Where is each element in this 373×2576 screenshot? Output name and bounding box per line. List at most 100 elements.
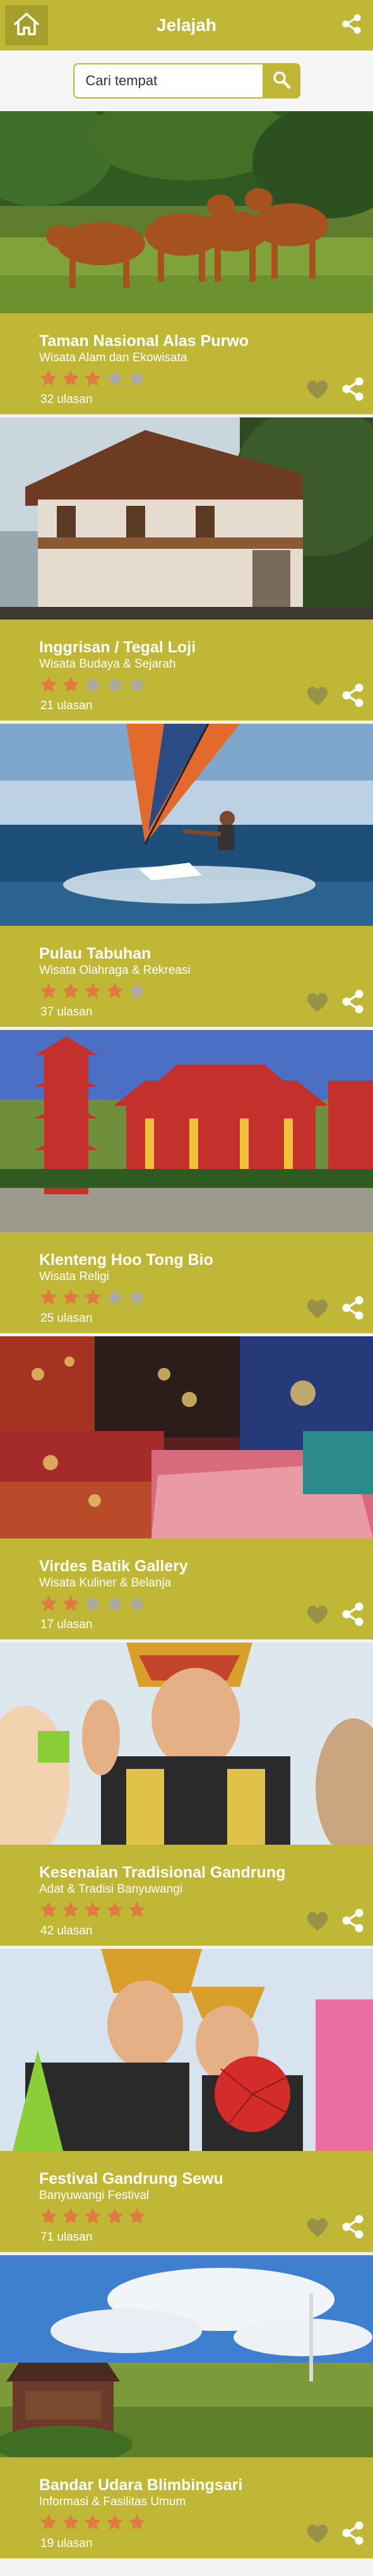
place-card[interactable]: Bandar Udara Blimbingsari Informasi & Fa…: [0, 2255, 373, 2558]
rating-stars: [39, 369, 146, 388]
star-empty-icon: [105, 1594, 124, 1613]
star-filled-icon: [83, 1288, 102, 1307]
share-icon: [341, 13, 362, 38]
star-filled-icon: [83, 981, 102, 1000]
favorite-button[interactable]: [305, 2217, 329, 2238]
star-empty-icon: [127, 981, 146, 1000]
favorite-button[interactable]: [305, 685, 329, 707]
place-card[interactable]: Festival Gandrung Sewu Banyuwangi Festiv…: [0, 1949, 373, 2252]
share-icon: [341, 1908, 365, 1936]
star-empty-icon: [127, 369, 146, 388]
place-card[interactable]: Inggrisan / Tegal Loji Wisata Budaya & S…: [0, 417, 373, 721]
review-count[interactable]: 37 ulasan: [40, 1005, 92, 1019]
place-card[interactable]: Taman Nasional Alas Purwo Wisata Alam da…: [0, 111, 373, 414]
share-place-button[interactable]: [341, 1908, 365, 1933]
share-place-button[interactable]: [341, 1295, 365, 1321]
place-info: Bandar Udara Blimbingsari Informasi & Fa…: [0, 2457, 373, 2558]
heart-icon: [305, 1605, 329, 1628]
star-filled-icon: [61, 1288, 80, 1307]
place-title[interactable]: Kesenaian Tradisional Gandrung: [39, 1864, 285, 1882]
share-icon: [341, 2521, 365, 2548]
share-place-button[interactable]: [341, 683, 365, 708]
place-card[interactable]: Kesenaian Tradisional Gandrung Adat & Tr…: [0, 1643, 373, 1946]
place-image[interactable]: [0, 1949, 373, 2151]
share-icon: [341, 990, 365, 1017]
place-image[interactable]: [0, 724, 373, 926]
place-image[interactable]: [0, 1643, 373, 1845]
place-card[interactable]: Klenteng Hoo Tong Bio Wisata Religi 25 u…: [0, 1030, 373, 1333]
place-title[interactable]: Klenteng Hoo Tong Bio: [39, 1251, 213, 1269]
place-title[interactable]: Festival Gandrung Sewu: [39, 2170, 223, 2188]
star-filled-icon: [127, 2207, 146, 2226]
star-filled-icon: [127, 2513, 146, 2532]
star-filled-icon: [39, 675, 58, 694]
review-count[interactable]: 71 ulasan: [40, 2231, 92, 2244]
review-count[interactable]: 25 ulasan: [40, 1312, 92, 1326]
place-title[interactable]: Inggrisan / Tegal Loji: [39, 638, 196, 657]
place-image[interactable]: [0, 111, 373, 313]
favorite-button[interactable]: [305, 1604, 329, 1626]
home-button[interactable]: [5, 5, 48, 45]
heart-icon: [305, 380, 329, 403]
heart-icon: [305, 1299, 329, 1322]
heart-icon: [305, 2218, 329, 2241]
review-count[interactable]: 21 ulasan: [40, 699, 92, 713]
place-category: Informasi & Fasilitas Umum: [39, 2495, 186, 2508]
place-title[interactable]: Taman Nasional Alas Purwo: [39, 332, 249, 350]
place-category: Wisata Alam dan Ekowisata: [39, 351, 187, 364]
favorite-button[interactable]: [305, 991, 329, 1013]
review-count[interactable]: 19 ulasan: [40, 2537, 92, 2551]
star-filled-icon: [39, 2207, 58, 2226]
review-count[interactable]: 42 ulasan: [40, 1924, 92, 1938]
place-image[interactable]: [0, 1030, 373, 1232]
page-title: Jelajah: [157, 15, 216, 35]
place-card[interactable]: Pulau Tabuhan Wisata Olahraga & Rekreasi…: [0, 724, 373, 1027]
star-empty-icon: [83, 675, 102, 694]
share-place-button[interactable]: [341, 2520, 365, 2546]
heart-icon: [305, 1912, 329, 1934]
place-info: Pulau Tabuhan Wisata Olahraga & Rekreasi…: [0, 926, 373, 1027]
place-category: Banyuwangi Festival: [39, 2189, 150, 2202]
favorite-button[interactable]: [305, 379, 329, 400]
place-category: Wisata Olahraga & Rekreasi: [39, 964, 191, 977]
place-image[interactable]: [0, 2255, 373, 2457]
place-image[interactable]: [0, 417, 373, 620]
favorite-button[interactable]: [305, 1298, 329, 1319]
star-filled-icon: [61, 1594, 80, 1613]
place-info: Virdes Batik Gallery Wisata Kuliner & Be…: [0, 1538, 373, 1639]
star-filled-icon: [83, 1900, 102, 1919]
review-count[interactable]: 32 ulasan: [40, 393, 92, 407]
place-title[interactable]: Virdes Batik Gallery: [39, 1557, 188, 1576]
place-info: Kesenaian Tradisional Gandrung Adat & Tr…: [0, 1845, 373, 1946]
rating-stars: [39, 675, 146, 694]
search-button[interactable]: [262, 63, 300, 99]
share-button[interactable]: [340, 14, 363, 37]
review-count[interactable]: 17 ulasan: [40, 1618, 92, 1632]
place-card[interactable]: Virdes Batik Gallery Wisata Kuliner & Be…: [0, 1336, 373, 1639]
place-info: Taman Nasional Alas Purwo Wisata Alam da…: [0, 313, 373, 414]
star-empty-icon: [83, 1594, 102, 1613]
place-title[interactable]: Pulau Tabuhan: [39, 945, 151, 963]
star-empty-icon: [105, 675, 124, 694]
share-place-button[interactable]: [341, 2214, 365, 2239]
rating-stars: [39, 1594, 146, 1613]
star-empty-icon: [127, 1288, 146, 1307]
share-place-button[interactable]: [341, 989, 365, 1014]
place-category: Wisata Kuliner & Belanja: [39, 1576, 172, 1590]
rating-stars: [39, 1288, 146, 1307]
favorite-button[interactable]: [305, 2523, 329, 2544]
star-filled-icon: [61, 981, 80, 1000]
rating-stars: [39, 2207, 146, 2226]
share-place-button[interactable]: [341, 376, 365, 402]
place-image[interactable]: [0, 1336, 373, 1538]
search-input[interactable]: [74, 65, 258, 97]
star-filled-icon: [105, 1900, 124, 1919]
share-place-button[interactable]: [341, 1602, 365, 1627]
place-title[interactable]: Bandar Udara Blimbingsari: [39, 2476, 242, 2495]
favorite-button[interactable]: [305, 1910, 329, 1932]
rating-stars: [39, 981, 146, 1000]
star-filled-icon: [39, 369, 58, 388]
star-empty-icon: [105, 1288, 124, 1307]
star-filled-icon: [61, 1900, 80, 1919]
heart-icon: [305, 993, 329, 1015]
